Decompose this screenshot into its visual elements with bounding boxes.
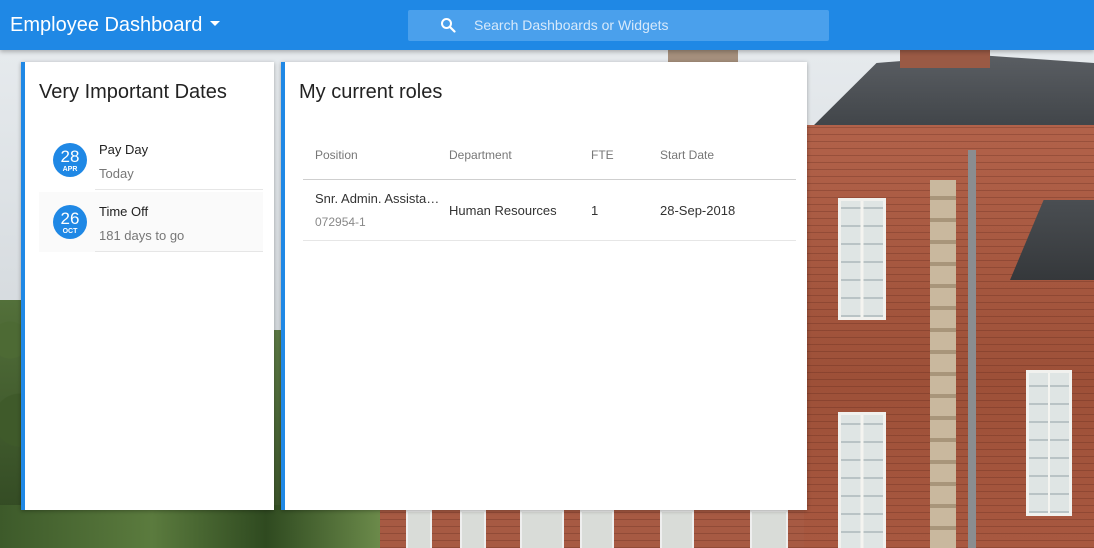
position-cell: Snr. Admin. Assista… (315, 191, 440, 206)
card-title: Very Important Dates (39, 81, 227, 103)
column-header-position[interactable]: Position (315, 148, 358, 162)
table-row[interactable]: Snr. Admin. Assista… 072954-1 Human Reso… (303, 180, 796, 241)
department-cell: Human Resources (449, 203, 557, 218)
column-header-start-date[interactable]: Start Date (660, 148, 714, 162)
date-item-subtitle: Today (99, 166, 134, 181)
column-header-department[interactable]: Department (449, 148, 512, 162)
column-header-fte[interactable]: FTE (591, 148, 614, 162)
important-dates-card: Very Important Dates 28 APR Pay Day Toda… (21, 62, 274, 510)
position-id-cell: 072954-1 (315, 215, 366, 229)
date-item-subtitle: 181 days to go (99, 228, 185, 243)
card-title: My current roles (299, 81, 443, 103)
chevron-down-icon[interactable] (210, 21, 220, 26)
date-item-pay-day[interactable]: 28 APR Pay Day Today (39, 130, 263, 190)
date-badge: 26 OCT (53, 205, 87, 239)
date-badge: 28 APR (53, 143, 87, 177)
fte-cell: 1 (591, 203, 599, 218)
current-roles-card: My current roles Position Department FTE… (281, 62, 807, 510)
top-bar: Employee Dashboard (0, 0, 1094, 50)
search-input[interactable] (474, 14, 814, 36)
search-box[interactable] (408, 10, 829, 41)
search-icon (441, 18, 456, 33)
date-item-title: Pay Day (99, 142, 149, 157)
date-item-title: Time Off (99, 204, 149, 219)
start-date-cell: 28-Sep-2018 (660, 203, 736, 218)
date-item-time-off[interactable]: 26 OCT Time Off 181 days to go (39, 192, 263, 252)
dashboard-title[interactable]: Employee Dashboard (10, 12, 202, 38)
